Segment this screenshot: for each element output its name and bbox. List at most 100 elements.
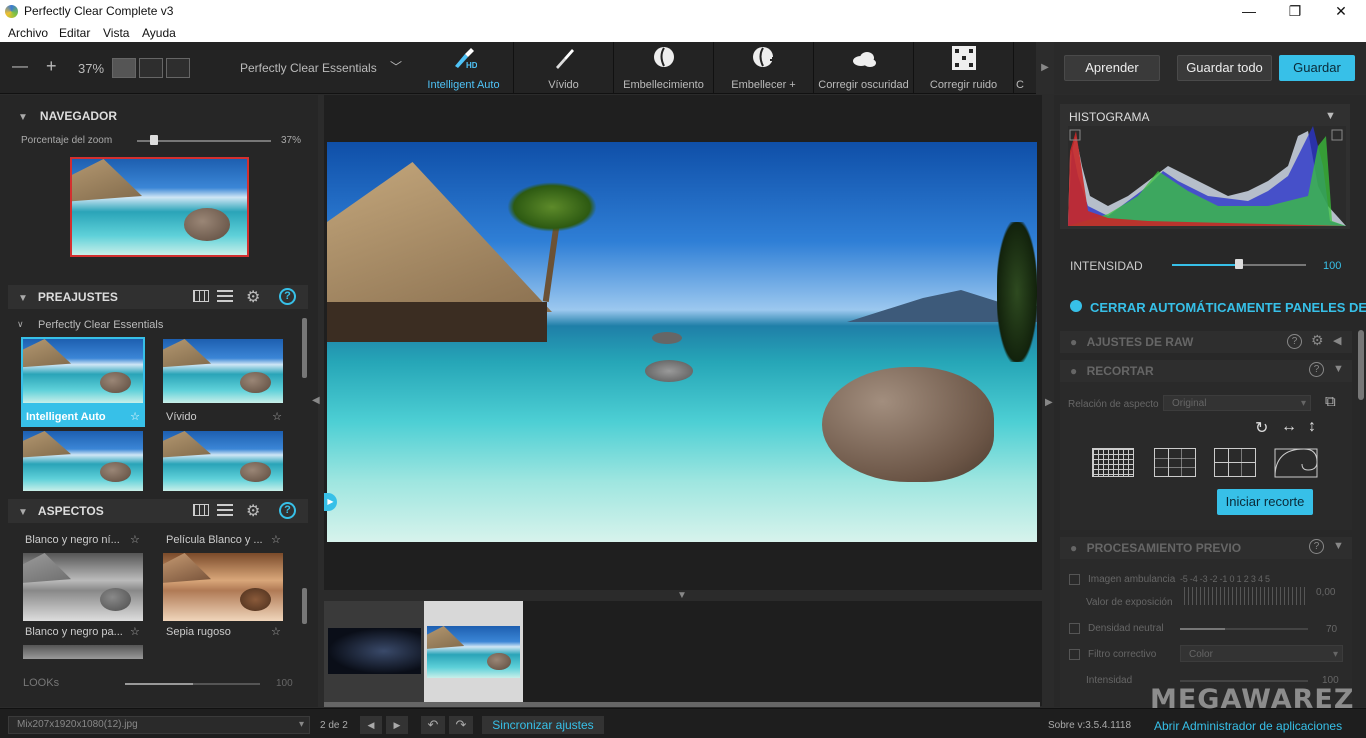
learn-button[interactable]: Aprender <box>1064 55 1160 81</box>
menu-archivo[interactable]: Archivo <box>8 26 48 40</box>
main-image[interactable] <box>327 142 1037 542</box>
save-all-button[interactable]: Guardar todo <box>1177 55 1272 81</box>
ambient-checkbox[interactable] <box>1069 574 1080 585</box>
collapse-left-icon[interactable]: ◀ <box>312 395 320 406</box>
exposure-ruler[interactable] <box>1184 587 1306 605</box>
collapse-icon[interactable]: ▼ <box>1333 363 1344 375</box>
grid-view-icon[interactable] <box>193 290 209 302</box>
maximize-button[interactable]: ❐ <box>1272 0 1318 24</box>
power-icon[interactable]: ● <box>1070 364 1077 378</box>
star-icon[interactable]: ☆ <box>271 625 281 638</box>
preset-thumbnail[interactable] <box>23 431 143 491</box>
gear-icon[interactable]: ⚙ <box>246 287 260 307</box>
gear-icon[interactable]: ⚙ <box>246 501 260 521</box>
auto-close-label[interactable]: CERRAR AUTOMÁTICAMENTE PANELES DE AJ <box>1090 300 1366 315</box>
navigator-preview[interactable] <box>70 157 249 257</box>
tool-embellecer-plus[interactable]: Embellecer + <box>714 42 814 94</box>
zoom-slider-knob[interactable] <box>150 135 159 145</box>
tool-embellecimiento[interactable]: Embellecimiento <box>614 42 714 94</box>
grid-view-icon[interactable] <box>193 504 209 516</box>
start-crop-button[interactable]: Iniciar recorte <box>1217 489 1313 515</box>
star-icon[interactable]: ☆ <box>130 410 140 423</box>
collapse-icon[interactable]: ◀ <box>1333 334 1341 347</box>
grid-golden-overlay-icon[interactable] <box>1214 448 1256 477</box>
star-icon[interactable]: ☆ <box>130 533 140 546</box>
app-manager-link[interactable]: Abrir Administrador de aplicaciones <box>1154 719 1342 733</box>
next-image-button[interactable]: ▶ <box>386 716 408 734</box>
grid-dense-overlay-icon[interactable] <box>1092 448 1134 477</box>
spiral-overlay-icon[interactable] <box>1274 448 1318 478</box>
aspect-thumbnail-bw[interactable] <box>23 553 143 621</box>
toolbar-scroll-right-icon[interactable]: ▶ <box>1036 42 1054 94</box>
split-view-button[interactable] <box>139 58 163 78</box>
version-link[interactable]: Sobre v:3.5.4.1118 <box>1048 720 1131 731</box>
aspects-header[interactable]: ▼ ASPECTOS <box>8 499 308 523</box>
menu-editar[interactable]: Editar <box>59 26 90 40</box>
density-slider[interactable] <box>1180 628 1308 630</box>
collapse-icon[interactable]: ▼ <box>1325 110 1336 122</box>
collapse-down-icon[interactable]: ▼ <box>677 590 687 601</box>
tool-corregir-ruido[interactable]: Corregir ruido <box>914 42 1014 94</box>
file-select[interactable]: Mix207x1920x1080(12).jpg ▾ <box>8 716 310 734</box>
prev-image-button[interactable]: ◀ <box>360 716 382 734</box>
power-icon[interactable]: ● <box>1070 541 1077 555</box>
help-icon[interactable]: ? <box>1309 539 1324 554</box>
list-view-icon[interactable] <box>217 504 233 516</box>
redo-icon[interactable]: ↷ <box>449 716 473 734</box>
filmstrip-scrollbar[interactable] <box>324 702 1040 707</box>
navigator-header[interactable]: ▼ NAVEGADOR <box>8 104 308 128</box>
flip-vertical-icon[interactable]: ↕ <box>1308 418 1316 436</box>
gear-icon[interactable]: ⚙ <box>1311 332 1324 349</box>
close-button[interactable]: ✕ <box>1318 0 1364 24</box>
collapse-right-icon[interactable]: ▶ <box>1045 397 1053 408</box>
flip-horizontal-icon[interactable]: ↔ <box>1281 418 1297 436</box>
single-view-button[interactable] <box>112 58 136 78</box>
intensity2-slider[interactable] <box>1180 680 1308 682</box>
density-checkbox[interactable] <box>1069 623 1080 634</box>
tool-vivido[interactable]: Vívido <box>514 42 614 94</box>
zoom-out-button[interactable]: — <box>12 58 28 76</box>
aspect-thumbnail-sepia[interactable] <box>163 553 283 621</box>
side-by-side-view-button[interactable] <box>166 58 190 78</box>
zoom-in-button[interactable]: + <box>46 56 57 77</box>
aspect-ratio-select[interactable]: Original ▾ <box>1163 395 1311 411</box>
presets-scrollbar[interactable] <box>302 318 307 378</box>
undo-icon[interactable]: ↶ <box>421 716 445 734</box>
star-icon[interactable]: ☆ <box>272 410 282 423</box>
rotate-icon[interactable]: ↻ <box>1255 418 1268 438</box>
chevron-down-icon[interactable]: ﹀ <box>390 58 402 75</box>
help-icon[interactable]: ? <box>1287 334 1302 349</box>
minimize-button[interactable]: — <box>1226 0 1272 24</box>
list-view-icon[interactable] <box>217 290 233 302</box>
filmstrip-item-selected[interactable] <box>424 601 523 706</box>
preset-thumbnail[interactable] <box>163 431 283 491</box>
help-icon[interactable]: ? <box>1309 362 1324 377</box>
tool-more[interactable]: C <box>1014 42 1036 94</box>
menu-vista[interactable]: Vista <box>103 26 129 40</box>
filmstrip-item[interactable] <box>324 601 424 706</box>
looks-slider[interactable] <box>125 683 260 685</box>
presets-header[interactable]: ▼ PREAJUSTES <box>8 285 308 309</box>
help-icon[interactable]: ? <box>279 288 296 305</box>
star-icon[interactable]: ☆ <box>130 625 140 638</box>
aspect-thumbnail[interactable] <box>23 645 143 659</box>
auto-close-radio[interactable] <box>1070 300 1082 312</box>
preset-vivido[interactable]: Vívido ☆ <box>163 339 285 425</box>
grid-thirds-overlay-icon[interactable] <box>1154 448 1196 477</box>
crop-icon[interactable]: ⧉ <box>1325 393 1336 410</box>
preset-intelligent-auto[interactable]: Intelligent Auto ☆ <box>21 337 145 427</box>
aspects-scrollbar[interactable] <box>302 588 307 624</box>
star-icon[interactable]: ☆ <box>271 533 281 546</box>
tool-intelligent-auto[interactable]: HD Intelligent Auto <box>414 42 514 94</box>
intensity-slider-knob[interactable] <box>1235 259 1243 269</box>
collapse-icon[interactable]: ▼ <box>1333 540 1344 552</box>
menu-ayuda[interactable]: Ayuda <box>142 26 176 40</box>
filter-checkbox[interactable] <box>1069 649 1080 660</box>
save-button[interactable]: Guardar <box>1279 55 1355 81</box>
power-icon[interactable]: ● <box>1070 335 1077 349</box>
right-scrollbar[interactable] <box>1358 330 1364 400</box>
preset-selector[interactable]: Perfectly Clear Essentials <box>240 61 377 75</box>
collapse-icon[interactable]: ∨ <box>17 319 24 330</box>
tool-corregir-oscuridad[interactable]: Corregir oscuridad <box>814 42 914 94</box>
filter-select[interactable]: Color ▾ <box>1180 645 1343 662</box>
